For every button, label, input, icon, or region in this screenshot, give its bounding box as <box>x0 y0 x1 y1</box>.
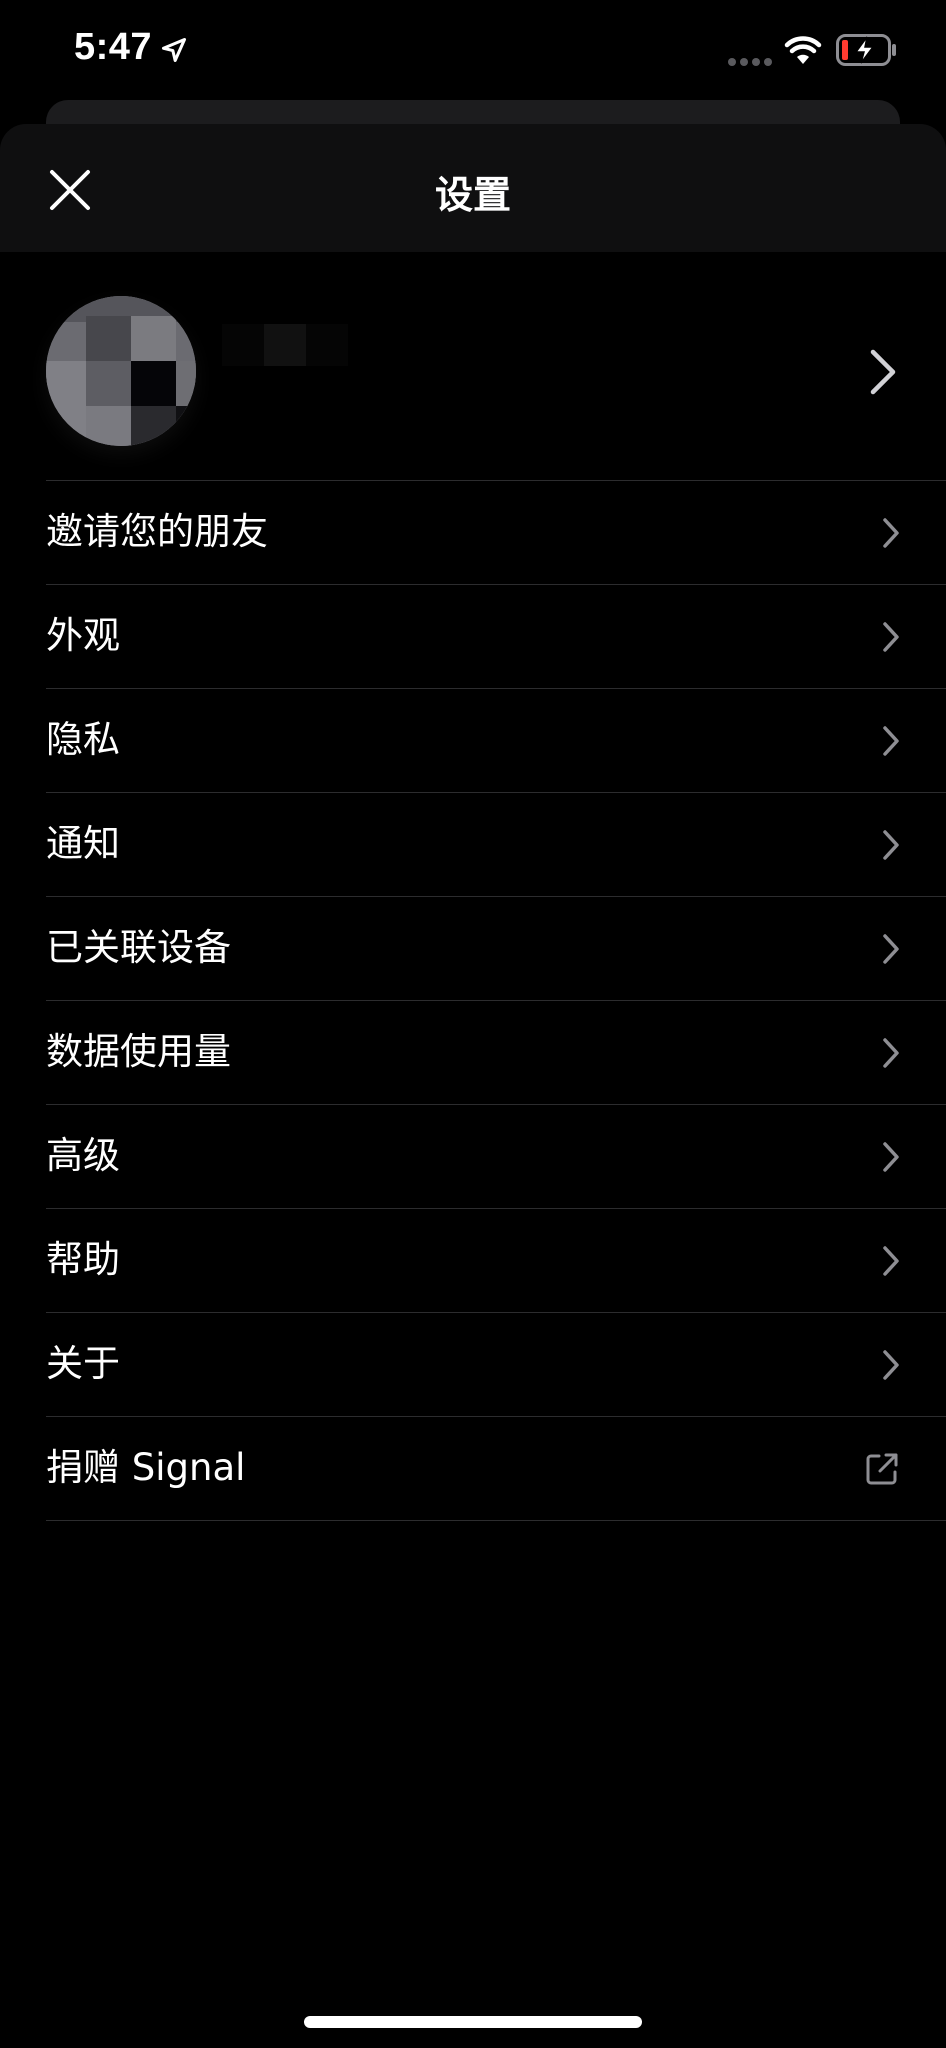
external-link-icon <box>866 1453 898 1485</box>
status-time: 5:47 <box>74 26 153 68</box>
menu-item-notifications[interactable]: 通知 <box>46 792 946 896</box>
menu-item-label: 关于 <box>46 1342 120 1385</box>
chevron-right-icon <box>870 349 896 395</box>
chevron-right-icon <box>883 1246 899 1276</box>
menu-item-label: 邀请您的朋友 <box>46 510 268 553</box>
menu-item-help[interactable]: 帮助 <box>46 1208 946 1312</box>
menu-item-about[interactable]: 关于 <box>46 1312 946 1416</box>
menu-item-invite-friends[interactable]: 邀请您的朋友 <box>46 480 946 584</box>
nav-bar: 设置 <box>0 124 946 252</box>
menu-item-label: 外观 <box>46 614 120 657</box>
menu-item-data-usage[interactable]: 数据使用量 <box>46 1000 946 1104</box>
cellular-signal-icon <box>728 58 772 66</box>
chevron-right-icon <box>883 934 899 964</box>
menu-item-label: 捐赠 Signal <box>46 1446 246 1489</box>
settings-menu: 邀请您的朋友 外观 隐私 通知 已关联设备 数据使用量 高级 帮助 关于 捐赠 … <box>0 480 946 1521</box>
menu-item-linked-devices[interactable]: 已关联设备 <box>46 896 946 1000</box>
menu-item-appearance[interactable]: 外观 <box>46 584 946 688</box>
wifi-icon <box>784 36 822 64</box>
chevron-right-icon <box>883 830 899 860</box>
chevron-right-icon <box>883 518 899 548</box>
menu-item-label: 高级 <box>46 1134 120 1177</box>
menu-item-label: 隐私 <box>46 718 120 761</box>
menu-item-privacy[interactable]: 隐私 <box>46 688 946 792</box>
chevron-right-icon <box>883 622 899 652</box>
chevron-right-icon <box>883 1350 899 1380</box>
menu-item-label: 通知 <box>46 822 120 865</box>
menu-item-advanced[interactable]: 高级 <box>46 1104 946 1208</box>
home-indicator[interactable] <box>304 2016 642 2028</box>
avatar <box>46 296 196 446</box>
status-bar: 5:47 <box>0 0 946 100</box>
chevron-right-icon <box>883 726 899 756</box>
menu-item-donate[interactable]: 捐赠 Signal <box>46 1416 946 1521</box>
location-arrow-icon <box>161 37 187 63</box>
menu-item-label: 数据使用量 <box>46 1030 231 1073</box>
chevron-right-icon <box>883 1142 899 1172</box>
battery-charging-icon <box>836 34 896 66</box>
menu-item-label: 已关联设备 <box>46 926 231 969</box>
page-title: 设置 <box>434 173 511 217</box>
settings-sheet: 设置 邀请您的朋友 外观 隐私 通知 已关联设备 数据使用量 高级 帮助 关于 … <box>0 124 946 2048</box>
menu-item-label: 帮助 <box>46 1238 120 1281</box>
profile-row[interactable] <box>0 264 946 480</box>
profile-name-redacted <box>222 324 352 384</box>
chevron-right-icon <box>883 1038 899 1068</box>
